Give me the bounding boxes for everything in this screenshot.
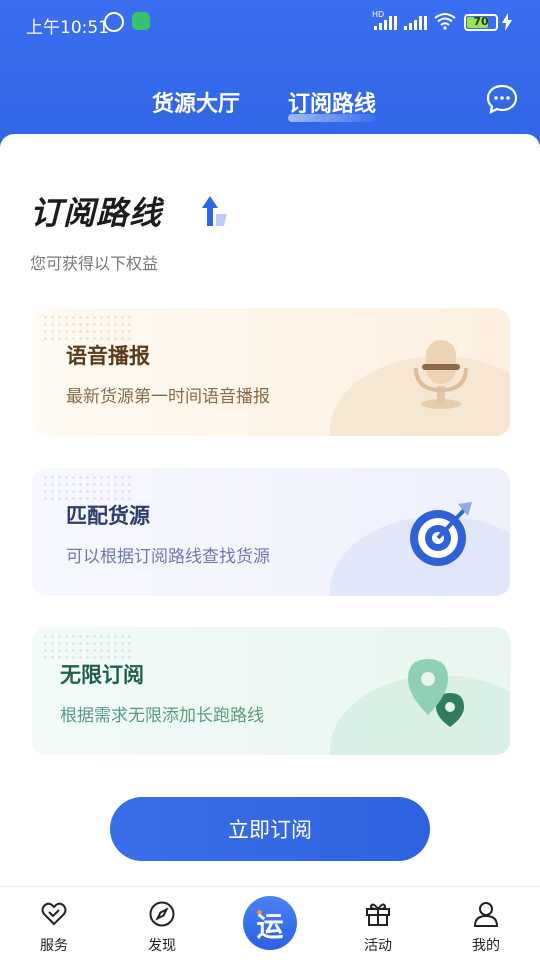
benefit-card-match: 匹配货源 可以根据订阅路线查找货源 bbox=[32, 468, 510, 596]
benefit-card-unlimited: 无限订阅 根据需求无限添加长跑路线 bbox=[32, 627, 510, 755]
benefit-description: 根据需求无限添加长跑路线 bbox=[60, 706, 264, 726]
gift-icon bbox=[366, 903, 390, 926]
nav-item-discover[interactable]: 发现 bbox=[122, 887, 202, 960]
compass-icon bbox=[149, 901, 175, 927]
benefit-card-voice: 语音播报 最新货源第一时间语音播报 bbox=[32, 308, 510, 436]
benefit-title: 无限订阅 bbox=[60, 663, 144, 687]
page-title: 订阅路线 bbox=[30, 194, 163, 232]
microphone-icon bbox=[414, 340, 468, 409]
tab-cargo-hall[interactable]: 货源大厅 bbox=[152, 86, 240, 118]
chat-bubble-icon[interactable] bbox=[486, 84, 518, 114]
nav-item-service[interactable]: 服务 bbox=[14, 887, 94, 960]
alarm-icon bbox=[104, 12, 124, 32]
nav-label: 活动 bbox=[364, 938, 392, 954]
wifi-icon bbox=[434, 13, 456, 30]
page-subtitle: 您可获得以下权益 bbox=[30, 254, 159, 273]
signal-icon bbox=[374, 16, 397, 30]
person-icon bbox=[473, 902, 499, 927]
nav-item-mine[interactable]: 我的 bbox=[446, 887, 526, 960]
status-bar: 上午10:51 HD 70 bbox=[0, 0, 540, 48]
target-icon bbox=[410, 502, 472, 566]
header-tabs: 货源大厅 订阅路线 bbox=[0, 80, 540, 124]
battery-level: 70 bbox=[473, 15, 489, 28]
benefit-description: 可以根据订阅路线查找货源 bbox=[66, 547, 270, 567]
battery-icon: 70 bbox=[464, 14, 498, 31]
center-logo-button[interactable]: 运 bbox=[243, 896, 297, 950]
heart-icon bbox=[41, 902, 67, 926]
up-arrow-icon bbox=[202, 196, 227, 226]
center-logo-icon: 运 bbox=[256, 912, 284, 943]
nav-label: 发现 bbox=[148, 938, 176, 954]
nav-item-activity[interactable]: 活动 bbox=[338, 887, 418, 960]
tab-subscribe-route[interactable]: 订阅路线 bbox=[288, 86, 377, 122]
signal-icon bbox=[404, 16, 427, 30]
charging-icon bbox=[502, 13, 512, 31]
benefit-title: 语音播报 bbox=[66, 344, 150, 368]
benefit-description: 最新货源第一时间语音播报 bbox=[66, 387, 270, 407]
nav-label: 服务 bbox=[40, 938, 68, 954]
benefit-title: 匹配货源 bbox=[66, 504, 150, 528]
status-time: 上午10:51 bbox=[26, 18, 109, 38]
location-pin-icon bbox=[408, 659, 464, 727]
subscribe-now-button[interactable]: 立即订阅 bbox=[110, 797, 430, 861]
app-notification-icon bbox=[132, 12, 150, 30]
nav-label: 我的 bbox=[472, 938, 500, 954]
